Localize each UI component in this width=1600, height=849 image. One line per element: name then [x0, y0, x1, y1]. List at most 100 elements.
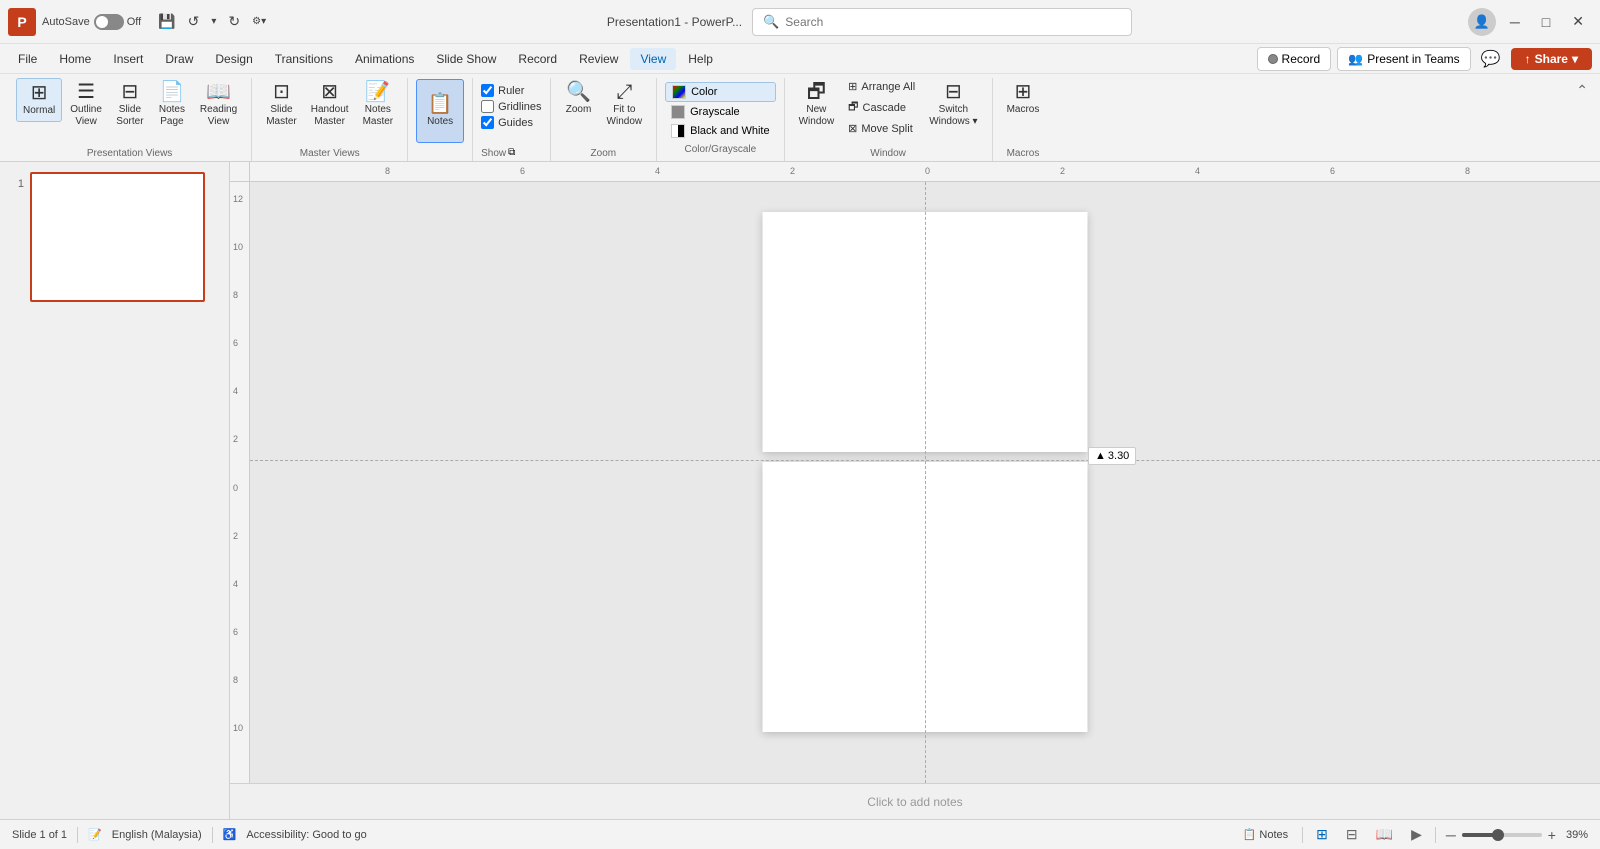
gridlines-checkbox[interactable]	[481, 100, 494, 113]
menu-record[interactable]: Record	[508, 48, 567, 70]
menu-home[interactable]: Home	[49, 48, 101, 70]
canvas[interactable]: ▲ 3.30	[250, 182, 1600, 783]
zoom-thumb[interactable]	[1492, 829, 1504, 841]
menu-help[interactable]: Help	[678, 48, 723, 70]
window-group-label: Window	[870, 146, 906, 161]
black-white-button[interactable]: Black and White	[665, 122, 775, 140]
color-items: Color Grayscale Black and White	[665, 78, 775, 140]
redo-button[interactable]: ↻	[223, 10, 245, 33]
cascade-button[interactable]: 🗗 Cascade	[842, 96, 921, 119]
slide-thumbnail-1[interactable]: 1	[8, 172, 221, 302]
comments-button[interactable]: 💬	[1477, 45, 1505, 73]
title-center: Presentation1 - PowerP... 🔍	[271, 8, 1468, 36]
outline-view-button[interactable]: ☰ Outline View	[64, 78, 108, 132]
gridlines-label: Gridlines	[498, 101, 541, 113]
slide-thumb-image-1[interactable]	[30, 172, 205, 302]
normal-view-button[interactable]: ⊞ Normal	[16, 78, 62, 122]
show-expand-button[interactable]: ⧉	[506, 147, 517, 158]
reading-view-button[interactable]: 📖 Reading View	[194, 78, 243, 132]
file-title: Presentation1 - PowerP...	[607, 15, 742, 29]
maximize-button[interactable]: □	[1534, 10, 1558, 34]
color-button[interactable]: Color	[665, 82, 775, 102]
guides-checkbox[interactable]	[481, 116, 494, 129]
notes-page-label: Notes Page	[159, 104, 185, 128]
undo-dropdown-button[interactable]: ▾	[206, 13, 221, 30]
notes-status-button[interactable]: 📋 Notes	[1237, 826, 1294, 843]
switch-windows-button[interactable]: ⊟ Switch Windows ▾	[923, 78, 983, 132]
avatar[interactable]: 👤	[1468, 8, 1496, 36]
menu-view[interactable]: View	[630, 48, 676, 70]
ribbon-collapse-button[interactable]: ⌃	[1572, 78, 1592, 103]
menu-animations[interactable]: Animations	[345, 48, 424, 70]
slide-sorter-status-button[interactable]: ⊟	[1341, 823, 1363, 846]
ribbon-show: Ruler Gridlines Guides Show ⧉	[473, 78, 550, 161]
menu-slideshow[interactable]: Slide Show	[426, 48, 506, 70]
zoom-label: Zoom	[566, 104, 592, 116]
save-button[interactable]: 💾	[153, 10, 180, 33]
record-label: Record	[1282, 52, 1321, 66]
undo-button[interactable]: ↺	[183, 10, 205, 33]
zoom-track[interactable]	[1462, 833, 1542, 837]
move-split-button[interactable]: ⊠ Move Split	[842, 120, 921, 137]
close-button[interactable]: ✕	[1564, 9, 1592, 34]
menu-file[interactable]: File	[8, 48, 47, 70]
record-button[interactable]: Record	[1257, 47, 1332, 71]
color-label: Color	[691, 86, 717, 98]
share-label: Share	[1535, 52, 1568, 66]
new-window-label: New Window	[799, 104, 835, 128]
horizontal-ruler: 8 6 4 2 0 2 4 6 8	[250, 162, 1600, 182]
ruler-checkbox[interactable]	[481, 84, 494, 97]
zoom-icon: 🔍	[566, 82, 591, 102]
arrange-all-button[interactable]: ⊞ Arrange All	[842, 78, 921, 95]
ruler-tick-h6: 6	[1330, 166, 1335, 176]
ruler-checkbox-row: Ruler	[481, 84, 541, 97]
share-button[interactable]: ↑ Share ▾	[1511, 48, 1592, 70]
ruler-tick-v-2: 2	[233, 434, 238, 444]
ruler-top-row: 8 6 4 2 0 2 4 6 8	[230, 162, 1600, 182]
notes-page-button[interactable]: 📄 Notes Page	[152, 78, 192, 132]
menu-insert[interactable]: Insert	[103, 48, 153, 70]
present-teams-button[interactable]: 👥 Present in Teams	[1337, 47, 1470, 71]
search-box[interactable]: 🔍	[752, 8, 1132, 36]
notes-view-button[interactable]: 📋 Notes	[416, 79, 464, 143]
ruler-tick-v-0: 0	[233, 483, 238, 493]
menu-review[interactable]: Review	[569, 48, 628, 70]
accessibility-icon: ♿	[223, 828, 237, 841]
menu-transitions[interactable]: Transitions	[265, 48, 343, 70]
slide-master-icon: ⊡	[273, 82, 290, 102]
menu-draw[interactable]: Draw	[155, 48, 203, 70]
slide-panel[interactable]: 1	[0, 162, 230, 819]
normal-view-status-button[interactable]: ⊞	[1311, 823, 1333, 846]
cascade-icon: 🗗	[848, 98, 858, 117]
notes-master-button[interactable]: 📝 Notes Master	[357, 78, 400, 132]
new-window-button[interactable]: 🗗 New Window	[793, 78, 841, 132]
zoom-buttons: 🔍 Zoom ⤢ Fit to Window	[559, 78, 649, 144]
slide-sorter-button[interactable]: ⊟ Slide Sorter	[110, 78, 150, 132]
macros-group-label: Macros	[1007, 146, 1040, 161]
ruler-tick-h-4: 4	[655, 166, 660, 176]
fit-window-label: Fit to Window	[607, 104, 643, 128]
ribbon-master-views: ⊡ Slide Master ⊠ Handout Master 📝 Notes …	[252, 78, 408, 161]
zoom-button[interactable]: 🔍 Zoom	[559, 78, 599, 120]
minimize-button[interactable]: ─	[1502, 10, 1528, 34]
menu-design[interactable]: Design	[205, 48, 262, 70]
customize-button[interactable]: ⚙▾	[247, 13, 271, 30]
search-input[interactable]	[785, 15, 1121, 29]
grayscale-button[interactable]: Grayscale	[665, 103, 775, 121]
slide-master-button[interactable]: ⊡ Slide Master	[260, 78, 303, 132]
fit-to-window-button[interactable]: ⤢ Fit to Window	[601, 78, 649, 132]
notes-text-area[interactable]: Click to add notes	[230, 783, 1600, 819]
zoom-out-button[interactable]: ─	[1444, 825, 1458, 845]
notes-page-icon: 📄	[159, 82, 184, 102]
autosave-toggle[interactable]: Off	[94, 14, 141, 30]
ruler-tick-h8: 8	[1465, 166, 1470, 176]
zoom-in-button[interactable]: +	[1546, 825, 1558, 845]
powerpoint-logo: P	[8, 8, 36, 36]
handout-master-button[interactable]: ⊠ Handout Master	[305, 78, 355, 132]
notes-master-icon: 📝	[365, 82, 390, 102]
reading-view-status-button[interactable]: 📖	[1371, 823, 1398, 846]
slide-number-1: 1	[8, 178, 24, 190]
slideshow-status-button[interactable]: ▶	[1406, 823, 1427, 846]
macros-button[interactable]: ⊞ Macros	[1001, 78, 1046, 120]
outline-view-icon: ☰	[77, 82, 95, 102]
